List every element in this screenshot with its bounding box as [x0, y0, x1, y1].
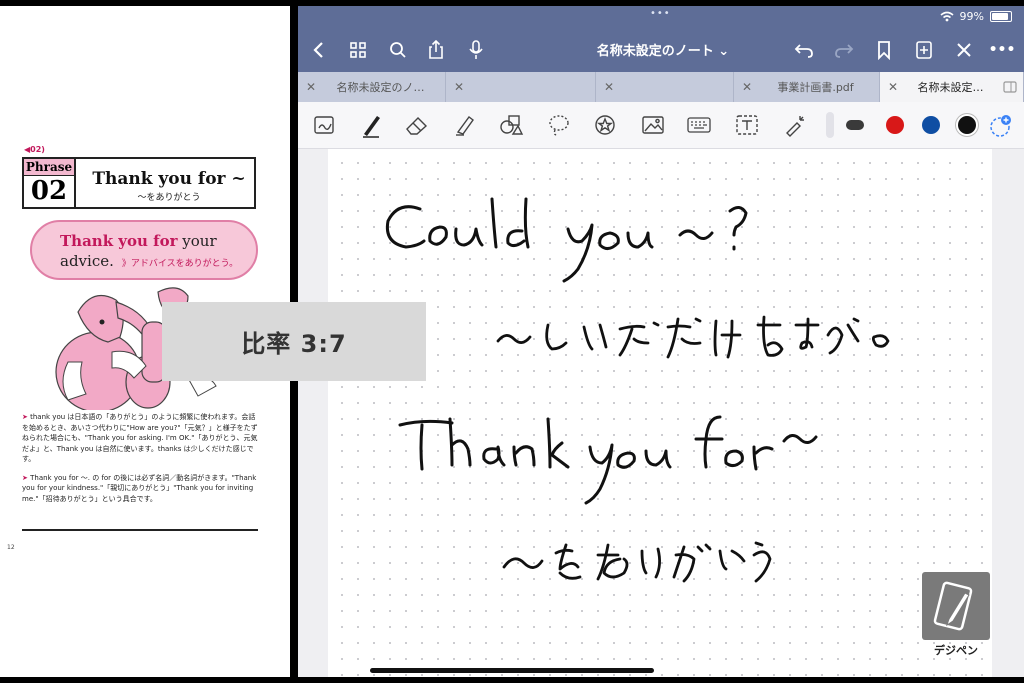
wifi-icon	[940, 11, 954, 22]
pen-tool-icon[interactable]	[356, 110, 386, 140]
explanation-notes: ➤ thank you は日本語の「ありがとう」のように頻繁に使われます。会話を…	[22, 412, 262, 512]
tab-3[interactable]: ✕	[596, 72, 734, 102]
handwriting-strokes	[385, 197, 890, 583]
logo-text: デジペン	[934, 644, 978, 657]
phrase-title: Thank you for ~	[92, 169, 246, 189]
laser-pointer-tool-icon[interactable]	[780, 110, 810, 140]
handwriting-line-3	[398, 415, 818, 505]
tab-close-icon[interactable]: ✕	[880, 80, 906, 94]
add-page-icon[interactable]	[912, 38, 936, 62]
keyboard-tool-icon[interactable]	[684, 110, 714, 140]
phrase-number: 02	[30, 176, 68, 206]
drawing-toolbar	[298, 102, 1024, 149]
audio-track-label: ◀02)	[24, 145, 45, 154]
lasso-tool-icon[interactable]	[544, 110, 574, 140]
home-indicator[interactable]	[370, 668, 654, 673]
bubble-line-1: Thank you for your	[60, 232, 217, 250]
document-title-menu[interactable]: 名称未設定のノート ⌄	[568, 40, 758, 59]
tab-bar: ✕ 名称未設定のノ… ✕ ✕ ✕ 事業計画書.pdf ✕ 名称未設定…	[298, 72, 1024, 102]
undo-icon[interactable]	[792, 38, 816, 62]
sidebar-toggle-icon[interactable]	[1003, 81, 1017, 93]
back-chevron-icon[interactable]	[306, 38, 330, 62]
tab-2[interactable]: ✕	[446, 72, 596, 102]
speech-bubble: Thank you for your advice. 》アドバイスをありがとう。	[30, 220, 258, 280]
divider	[22, 529, 258, 531]
bubble-line-2: advice. 》アドバイスをありがとう。	[60, 252, 239, 270]
battery-icon	[990, 11, 1012, 22]
note-paragraph-2: ➤ Thank you for ～. の for の後には必ず名詞／動名詞がきま…	[22, 473, 257, 503]
phrase-subtitle: ～をありがとう	[137, 193, 201, 203]
navigation-bar: 名称未設定のノート ⌄ •••	[298, 28, 1024, 72]
tab-1[interactable]: ✕ 名称未設定のノ…	[298, 72, 446, 102]
image-tool-icon[interactable]	[638, 110, 668, 140]
split-ratio-label: 比率 3:7	[162, 302, 426, 381]
tab-close-icon[interactable]: ✕	[298, 80, 324, 94]
search-icon[interactable]	[386, 38, 410, 62]
handwriting-line-2	[496, 315, 890, 359]
color-swatch-blue[interactable]	[922, 116, 940, 134]
tab-label: 事業計画書.pdf	[777, 81, 854, 94]
highlighter-tool-icon[interactable]	[450, 110, 480, 140]
text-box-tool-icon[interactable]	[732, 110, 762, 140]
eraser-tool-icon[interactable]	[402, 110, 432, 140]
color-swatch-dark-gray[interactable]	[846, 120, 864, 130]
handwriting-line-1	[385, 197, 748, 283]
note-paragraph-1: ➤ thank you は日本語の「ありがとう」のように頻繁に使われます。会話を…	[22, 413, 258, 463]
tab-5-active[interactable]: ✕ 名称未設定…	[880, 72, 1024, 102]
tab-close-icon[interactable]: ✕	[446, 80, 472, 94]
page-number: 12	[7, 544, 15, 551]
phrase-header: Phrase 02 Thank you for ~ ～をありがとう	[22, 157, 256, 209]
more-options-icon[interactable]: •••	[989, 38, 1016, 62]
tablet-pen-icon	[922, 572, 990, 640]
tab-close-icon[interactable]: ✕	[734, 80, 760, 94]
phrase-word: Phrase	[24, 159, 74, 176]
color-swatch-red[interactable]	[886, 116, 904, 134]
redo-icon[interactable]	[832, 38, 856, 62]
share-icon[interactable]	[424, 38, 448, 62]
handwriting-line-4	[502, 541, 772, 583]
sticker-tool-icon[interactable]	[590, 110, 620, 140]
brand-logo: デジペン	[922, 572, 990, 657]
multitask-handle-icon[interactable]: •••	[650, 8, 671, 19]
add-color-icon[interactable]	[990, 114, 1011, 137]
battery-percent: 99%	[959, 10, 984, 23]
close-icon[interactable]	[952, 38, 976, 62]
tab-close-icon[interactable]: ✕	[596, 80, 622, 94]
lasso-zoom-icon[interactable]	[310, 110, 340, 140]
tab-label: 名称未設定のノ…	[336, 81, 425, 94]
bubble-translation: 》アドバイスをありがとう。	[121, 259, 239, 269]
bookmark-icon[interactable]	[872, 38, 896, 62]
status-bar: ••• 99%	[298, 6, 1024, 28]
microphone-icon[interactable]	[464, 38, 488, 62]
toolbar-divider	[826, 112, 834, 138]
shape-tool-icon[interactable]	[496, 110, 526, 140]
grid-view-icon[interactable]	[346, 38, 370, 62]
tab-label: 名称未設定…	[917, 81, 984, 94]
tab-4[interactable]: ✕ 事業計画書.pdf	[734, 72, 880, 102]
phrase-tag: Phrase 02	[24, 159, 76, 207]
color-swatch-black-selected[interactable]	[958, 116, 976, 134]
